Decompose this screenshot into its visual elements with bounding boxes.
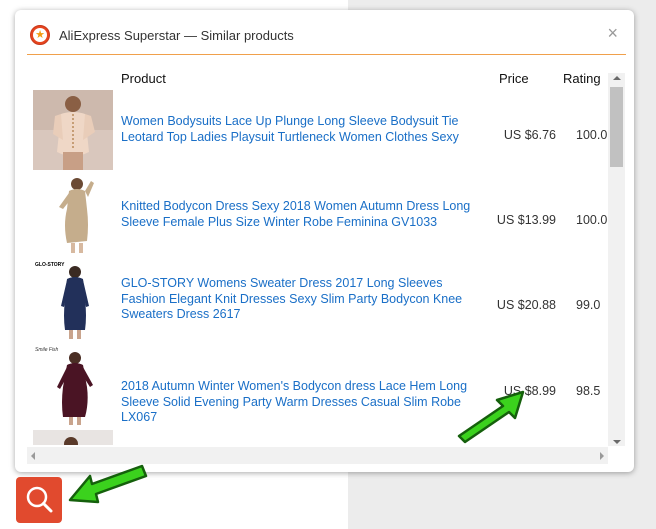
thumbnail-brand-label: Smile Fish (35, 347, 59, 353)
product-rating: 100.0 (576, 128, 608, 142)
scroll-up-icon[interactable] (613, 76, 621, 80)
product-price: US $6.76 (503, 128, 556, 142)
scroll-left-icon[interactable] (31, 452, 35, 460)
annotation-arrow-price-icon (457, 390, 525, 444)
product-title-link[interactable]: Women Bodysuits Lace Up Plunge Long Slee… (121, 114, 483, 145)
product-title-link[interactable]: 2018 Autumn Winter Women's Bodycon dress… (121, 379, 483, 426)
product-thumbnail[interactable] (33, 90, 113, 170)
column-header-price[interactable]: Price (499, 71, 529, 86)
product-thumbnail[interactable]: GLO-STORY (33, 260, 113, 340)
product-thumbnail[interactable]: Smile Fish (33, 345, 113, 425)
product-title-link[interactable]: Knitted Bodycon Dress Sexy 2018 Women Au… (121, 199, 483, 230)
scrollbar-thumb[interactable] (610, 87, 623, 167)
scroll-right-icon[interactable] (600, 452, 604, 460)
search-button[interactable] (16, 477, 62, 523)
table-row: GLO-STORY GLO-STORY Womens Sweater Dress… (27, 260, 608, 342)
table-row: Women Bodysuits Lace Up Plunge Long Slee… (27, 90, 608, 172)
star-logo-icon: ★ (30, 25, 50, 45)
product-price: US $20.88 (496, 298, 556, 312)
popup-title: AliExpress Superstar — Similar products (59, 28, 294, 43)
annotation-arrow-search-icon (68, 464, 148, 504)
vertical-scrollbar[interactable] (608, 73, 625, 446)
thumbnail-brand-label: GLO-STORY (35, 262, 65, 268)
similar-products-popup: ★ AliExpress Superstar — Similar product… (15, 10, 634, 472)
popup-header: ★ AliExpress Superstar — Similar product… (27, 10, 626, 55)
table-row: Knitted Bodycon Dress Sexy 2018 Women Au… (27, 175, 608, 257)
column-header-rating[interactable]: Rating (563, 71, 601, 86)
product-rating: 98.5 (576, 384, 601, 398)
product-thumbnail[interactable] (33, 175, 113, 255)
product-title-link[interactable]: GLO-STORY Womens Sweater Dress 2017 Long… (121, 276, 483, 323)
products-table: Product Price Rating Women Bodysuits Lac… (27, 65, 608, 445)
table-header: Product Price Rating (27, 65, 608, 91)
product-thumbnail[interactable] (33, 430, 113, 445)
product-price: US $13.99 (496, 213, 556, 227)
product-rating: 99.0 (576, 298, 601, 312)
column-header-product[interactable]: Product (121, 71, 166, 86)
product-rating: 100.0 (576, 213, 608, 227)
scroll-down-icon[interactable] (613, 440, 621, 444)
close-icon[interactable]: × (607, 24, 618, 42)
search-icon (26, 486, 53, 513)
